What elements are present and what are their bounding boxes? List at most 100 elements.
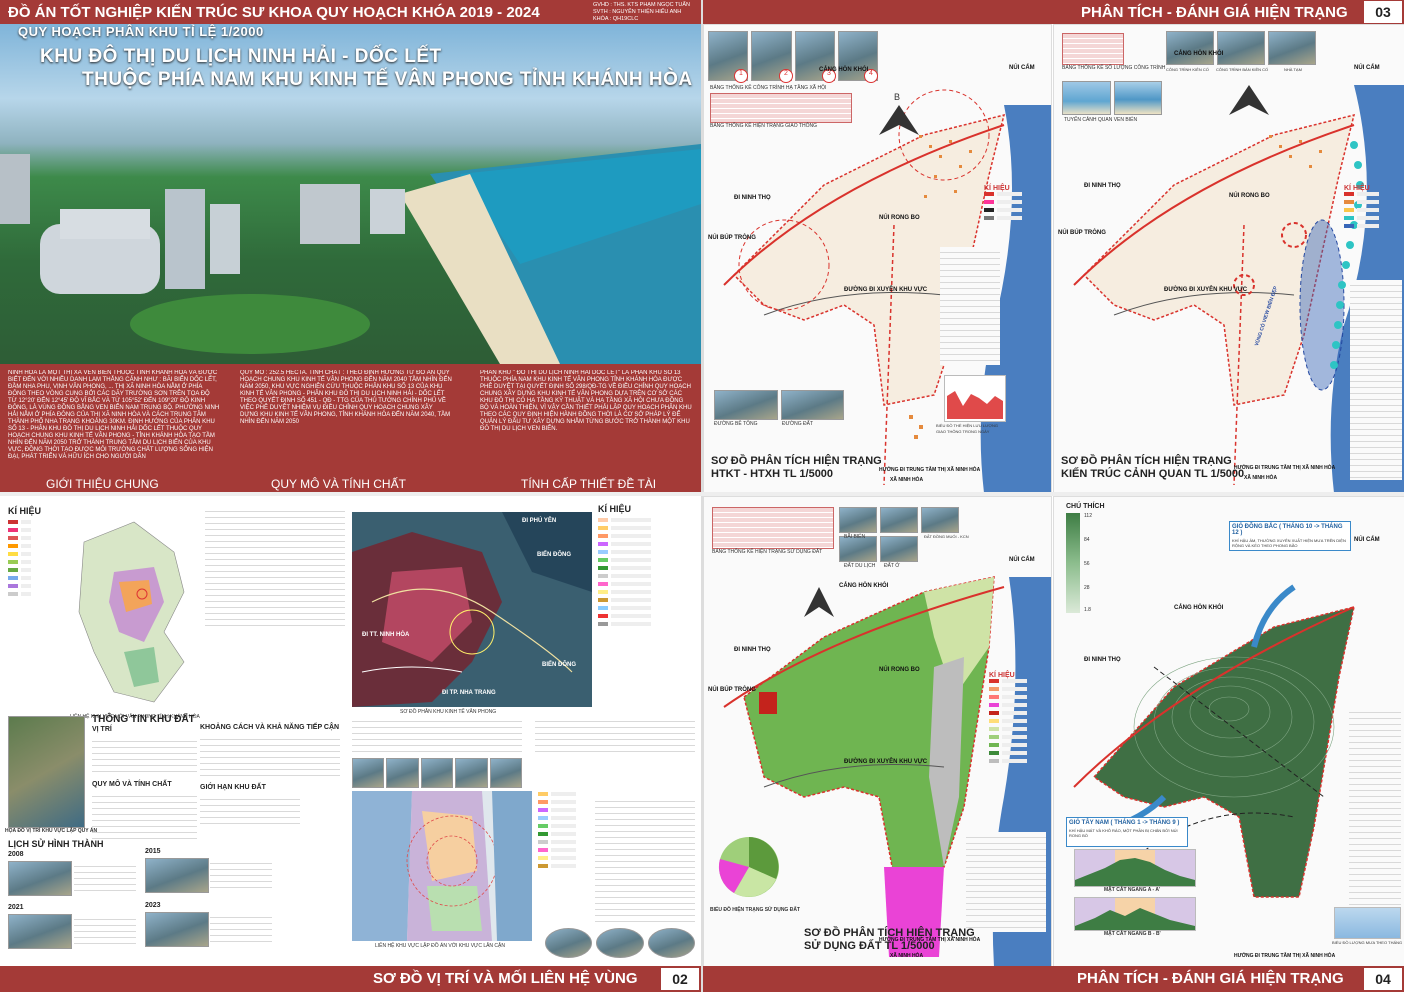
history-photo-2023 [145,912,209,947]
intro-col3-text: PHÂN KHU " ĐÔ THỊ DU LỊCH NINH HẢI DỐC L… [480,370,692,432]
year-2023: 2023 [145,902,161,909]
sheet02-map-van-phong: ĐI PHÚ YÊN BIỂN ĐÔNG BIỂN ĐÔNG ĐI TT. NI… [352,512,592,707]
history-text-2021 [74,914,136,947]
sheet03-map2-title-l1: SƠ ĐỒ PHÂN TÍCH HIỆN TRẠNG [1061,455,1232,467]
history-photo-2021 [8,914,72,949]
sheet04-page-number: 04 [1364,968,1402,990]
sheet04-label-nui-cam: NÚI CẤM [1009,557,1035,563]
sheet04-footer-band: PHÂN TÍCH - ĐÁNH GIÁ HIỆN TRẠNG 04 [703,966,1404,992]
quy-mo-text [92,791,197,841]
sheet03-label-cang-hon-khoi: CẢNG HÒN KHÓI [819,67,869,73]
sheet03-header-band: PHÂN TÍCH - ĐÁNH GIÁ HIỆN TRẠNG 03 [703,0,1404,24]
gioi-han-heading: GIỚI HẠN KHU ĐẤT [200,784,266,791]
sheet04-map2-text [1349,707,1401,907]
gvhd-text: GVHD : THS. KTS PHẠM NGỌC TUẤN [593,2,690,8]
hero-title-line1: KHU ĐÔ THỊ DU LỊCH NINH HẢI - DỐC LẾT [40,46,442,67]
sheet02-legend3 [538,792,588,872]
sheet03-traffic-chart-caption: BIỂU ĐỒ THỂ HIỆN LƯU LƯỢNG GIAO THÔNG TR… [936,423,998,434]
sheet03-map2-label-nui-bup: NÚI BÚP TRÒNG [1058,230,1106,236]
label-di-ninh-hoa: ĐI TT. NINH HÒA [362,632,410,638]
project-title: ĐỒ ÁN TỐT NGHIỆP KIẾN TRÚC SƯ KHOA QUY H… [8,4,540,21]
khoang-cach-heading: KHOẢNG CÁCH VÀ KHẢ NĂNG TIẾP CẬN [200,724,340,731]
sheet03-label-duong-be-tong: ĐƯỜNG BÊ TÔNG [714,421,758,427]
history-photo-2015 [145,858,209,893]
lich-su-heading: LỊCH SỬ HÌNH THÀNH [8,839,104,849]
sheet02-legend2-title: KÍ HIỆU [598,504,632,514]
sheet02-caption-map2: SƠ ĐỒ PHÂN KHU KINH TẾ VÂN PHONG [400,709,497,715]
sheet03-map1-title-l2: HTKT - HTXH TL 1/5000 [711,468,834,480]
sheet04-map-su-dung-dat: BẢNG THỐNG KÊ HIỆN TRẠNG SỬ DỤNG ĐẤT BÃI… [703,496,1052,968]
sheet03-map1-title-l1: SƠ ĐỒ PHÂN TÍCH HIỆN TRẠNG [711,455,882,467]
thong-tin-khu-dat: THÔNG TIN KHU ĐẤT [92,714,195,725]
sheet04-section-b [1074,897,1196,931]
sheet04-footer-title: PHÂN TÍCH - ĐÁNH GIÁ HIỆN TRẠNG [1077,970,1344,987]
sheet03-label-nui-cam: NÚI CẤM [1009,65,1035,71]
intro-col2-text: QUY MÔ : 252.5 HECTA. TÍNH CHẤT : THEO Đ… [240,370,452,425]
sheet02-page-number: 02 [661,968,699,990]
sheet03-label-xa-ninh-hoa: XÃ NINH HÒA [890,477,924,483]
sheet04-label-huong-tt: HƯỚNG ĐI TRUNG TÂM THỊ XÃ NINH HÒA [879,937,981,943]
sheet04-map2-label-nui-cam: NÚI CẤM [1354,537,1380,543]
sheet02-text-block3 [535,716,695,756]
hero-title-line2: THUỘC PHÍA NAM KHU KINH TẾ VÂN PHONG TỈN… [82,69,693,90]
sheet03-map1-legend-title: KÍ HIỆU [984,185,1010,192]
sheet02-text-block1 [205,506,345,626]
sheet03-label-duong-dat: ĐƯỜNG ĐẤT [782,421,814,427]
label-bien-dong-2: BIỂN ĐÔNG [542,662,577,668]
sheet04-pie-chart [718,837,779,897]
sheet02-photo-strip [352,758,523,788]
sheet04-wind-sw-box: GIÓ TÂY NAM ( THÁNG 1 -> THÁNG 9 ) KHÍ H… [1066,817,1188,847]
sheet04-rain-chart [1334,907,1401,939]
hero-subtitle: QUY HOẠCH PHÂN KHU TỈ LỆ 1/2000 [18,24,264,39]
sheet04-label-cang: CẢNG HÒN KHÓI [839,583,889,589]
sheet04-section-a [1074,849,1196,887]
sheet03-map2-legend-title: KÍ HIỆU [1344,185,1370,192]
sheet03-label-duong-di-xuyen: ĐƯỜNG ĐI XUYÊN KHU VỰC [844,287,928,293]
history-text-2015 [210,858,272,891]
sheet04-wind-sw-sub: KHÍ HẬU MÁT VÀ KHÔ RÁO, MỘT PHẦN BỊ CHẮN… [1069,828,1178,838]
sheet03-map2-label-di-ninh-tho: ĐI NINH THỌ [1084,183,1121,189]
sheet04-wind-ne-box: GIÓ ĐÔNG BẮC ( THÁNG 10 -> THÁNG 12 ) KH… [1229,521,1351,551]
sheet02-text-block4 [595,796,695,926]
sheet04-label-nui-bup: NÚI BÚP TRÒNG [708,687,756,693]
sheet03-header-title: PHÂN TÍCH - ĐÁNH GIÁ HIỆN TRẠNG [1081,4,1348,21]
sheet03-map2-legend: KÍ HIỆU [1344,185,1400,232]
sheet03-label-huong-tt: HƯỚNG ĐI TRUNG TÂM THỊ XÃ NINH HÒA [879,467,981,473]
history-text-2023 [210,912,272,945]
sheet04-section-b-caption: MẶT CẮT NGANG B - B' [1104,931,1161,937]
sheet02-map-khanh-hoa [64,512,204,712]
label-di-nha-trang: ĐI TP. NHA TRANG [442,690,496,696]
sheet03-label-nui-bup-trong: NÚI BÚP TRÒNG [708,235,756,241]
sheet03-map2-title-l2: KIẾN TRÚC CẢNH QUAN TL 1/5000 [1061,468,1245,480]
svth-text: SVTH : NGUYỄN THIỆN HIẾU ANH [593,9,682,15]
sheet02-legend-list [8,520,63,600]
sheet03-label-di-ninh-tho: ĐI NINH THỌ [734,195,771,201]
sheet04-section-a-caption: MẶT CẮT NGANG A - A' [1104,887,1161,893]
sheet03-map2-label-huong-tt: HƯỚNG ĐI TRUNG TÂM THỊ XÃ NINH HÒA [1234,465,1336,471]
sheet02-text-block2 [352,716,522,756]
sheet02-panel: KÍ HIỆU LIÊN HỆ KHU VỰC VỚI VÂN PHONG TỈ… [0,496,701,966]
sheet04-label-xa: XÃ NINH HÒA [890,953,924,959]
vi-tri-heading: VỊ TRÍ [92,726,112,733]
sheet03-road-photos [714,390,844,420]
svg-text:B: B [894,92,900,102]
label-tinh-cap-thiet: TÍNH CẤP THIẾT ĐỀ TÀI [521,477,657,491]
khoang-cach-text [200,734,340,779]
sheet04-map2-label-huong: HƯỚNG ĐI TRUNG TÂM THỊ XÃ NINH HÒA [1234,953,1336,959]
label-di-phu-yen: ĐI PHÚ YÊN [522,518,557,524]
sheet04-map2-label-di-ninh-tho: ĐI NINH THỌ [1084,657,1121,663]
horizontal-divider [0,492,1404,496]
sheet03-map2-label-cang: CẢNG HÒN KHÓI [1174,51,1224,57]
sheet03-traffic-chart [944,375,1006,422]
year-2008: 2008 [8,851,24,858]
year-2021: 2021 [8,904,24,911]
gioi-han-text [200,794,300,829]
intro-band: NINH HÒA LÀ MỘT THỊ XÃ VEN BIỂN THUỘC TỈ… [0,364,701,492]
sheet03-map1-legend: KÍ HIỆU [984,185,1046,224]
sheet04-wind-ne-sub: KHÍ HẬU ẨM, THƯỜNG XUYÊN XUẤT HIỆN MƯA T… [1232,538,1346,548]
sheet03-page-number: 03 [1364,1,1402,23]
intro-col1-text: NINH HÒA LÀ MỘT THỊ XÃ VEN BIỂN THUỘC TỈ… [8,370,220,460]
sheet03-map2-label-nui-cam: NÚI CẤM [1354,65,1380,71]
sheet02-caption-map3: LIÊN HỆ KHU VỰC LẬP ĐỒ ÁN VỚI KHU VỰC LÂ… [375,943,505,949]
sheet02-photo-bottom [545,928,695,958]
